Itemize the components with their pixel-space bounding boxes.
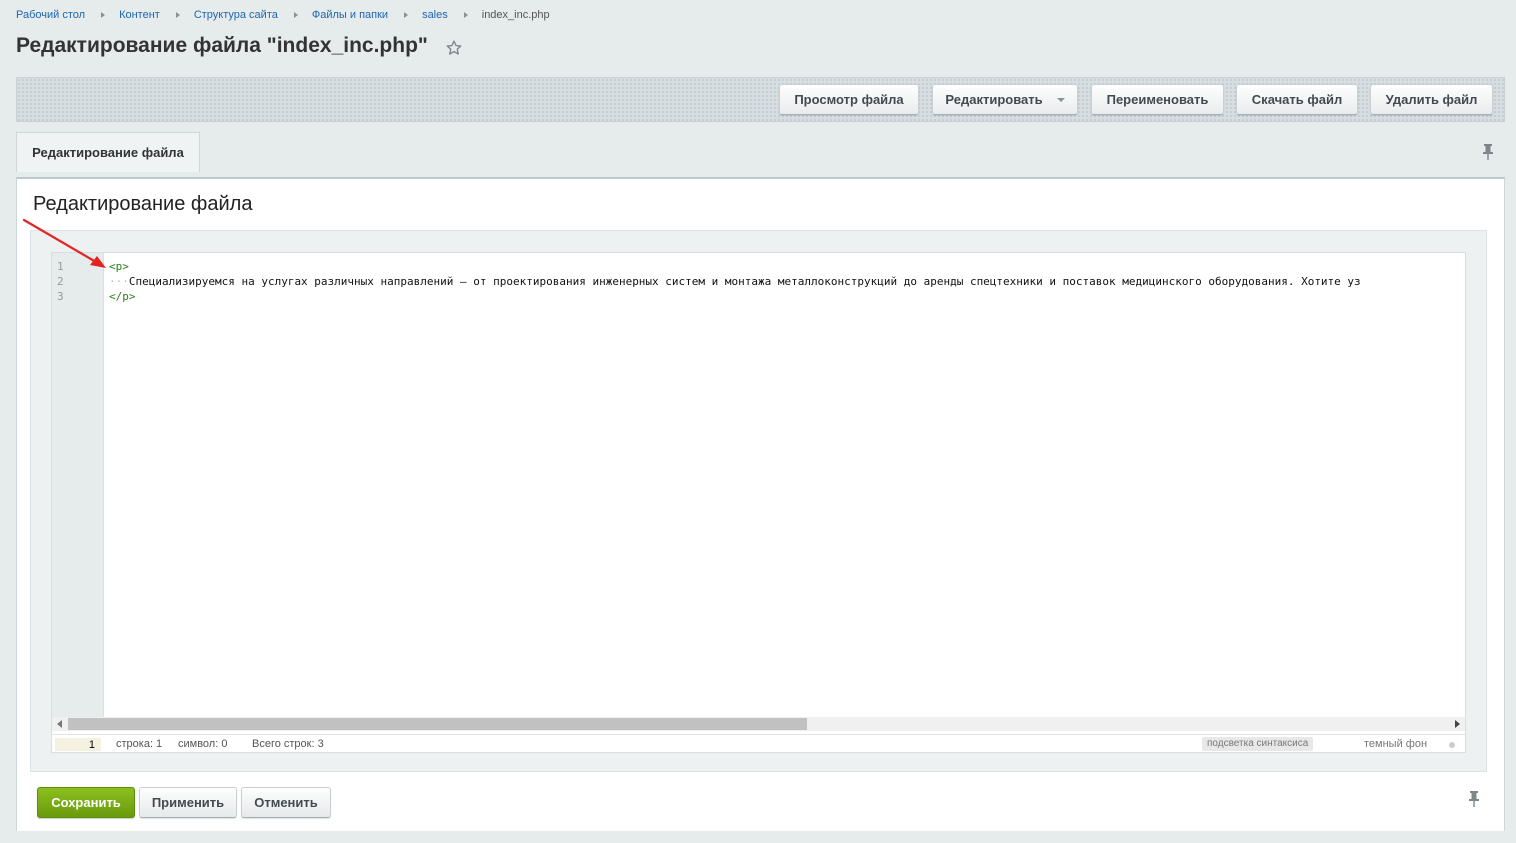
edit-panel: Редактирование файла 1 2 3 <p> ···Специа… [16,177,1505,831]
scroll-right-icon[interactable] [1455,720,1460,728]
cursor-row: строка: 1 [116,738,163,750]
code-text: Специализируемся на услугах различных на… [128,275,1361,288]
pin-icon[interactable] [1467,790,1481,808]
breadcrumb-desktop[interactable]: Рабочий стол [16,9,85,21]
horizontal-scrollbar[interactable] [52,717,1465,731]
breadcrumb-separator-icon [404,12,409,18]
breadcrumb-separator-icon [463,12,468,18]
total-lines: Всего строк: 3 [252,738,324,750]
line-number-gutter: 1 2 3 [52,253,104,717]
page-header: Редактирование файла "index_inc.php" [16,34,463,58]
edit-dropdown-button[interactable]: Редактировать [932,84,1078,115]
html-tag: </p> [109,290,136,303]
save-button[interactable]: Сохранить [37,787,135,818]
code-line: ···Специализируемся на услугах различных… [109,274,1465,289]
form-footer: Сохранить Применить Отменить [17,773,1504,831]
breadcrumb-separator-icon [101,12,106,18]
code-text-area[interactable]: <p> ···Специализируемся на услугах разли… [109,259,1465,717]
dark-toggle-indicator-icon [1449,742,1455,748]
breadcrumb: Рабочий стол Контент Структура сайта Фай… [16,8,550,22]
file-toolbar: Просмотр файла Редактировать Переименова… [16,77,1505,122]
tab-edit-file[interactable]: Редактирование файла [16,132,200,172]
code-line: <p> [109,259,1465,274]
code-editor[interactable]: 1 2 3 <p> ···Специализируемся на услугах… [51,252,1466,753]
cancel-button[interactable]: Отменить [241,787,331,818]
whitespace-marker: ··· [109,275,129,288]
html-tag: <p> [109,260,129,273]
breadcrumb-separator-icon [175,12,180,18]
delete-file-button[interactable]: Удалить файл [1370,84,1493,115]
editor-statusbar: строка: 1 символ: 0 Всего строк: 3 подсв… [52,734,1465,752]
chevron-down-icon [1056,97,1065,102]
rename-button[interactable]: Переименовать [1091,84,1224,115]
line-number: 3 [57,290,64,303]
cursor-char: символ: 0 [178,738,228,750]
page-title: Редактирование файла "index_inc.php" [16,34,428,57]
scrollbar-thumb[interactable] [68,718,807,730]
line-number: 2 [57,275,64,288]
goto-line-input[interactable] [55,738,101,751]
dark-background-toggle[interactable]: темный фон [1364,738,1427,750]
scroll-left-icon[interactable] [57,720,62,728]
breadcrumb-site-structure[interactable]: Структура сайта [194,9,278,21]
download-file-button[interactable]: Скачать файл [1236,84,1358,115]
apply-button[interactable]: Применить [139,787,237,818]
breadcrumb-content[interactable]: Контент [119,9,160,21]
line-number: 1 [57,260,64,273]
code-line: </p> [109,289,1465,304]
section-title: Редактирование файла [33,193,253,215]
breadcrumb-current: index_inc.php [481,9,550,21]
pin-icon[interactable] [1481,143,1495,161]
breadcrumb-files-folders[interactable]: Файлы и папки [312,9,388,21]
view-file-button[interactable]: Просмотр файла [779,84,919,115]
breadcrumb-separator-icon [293,12,298,18]
syntax-highlight-toggle[interactable]: подсветка синтаксиса [1202,737,1314,751]
breadcrumb-sales[interactable]: sales [422,9,448,21]
edit-dropdown-label: Редактировать [945,92,1043,107]
star-icon[interactable] [445,39,463,57]
editor-frame: 1 2 3 <p> ···Специализируемся на услугах… [30,230,1487,772]
